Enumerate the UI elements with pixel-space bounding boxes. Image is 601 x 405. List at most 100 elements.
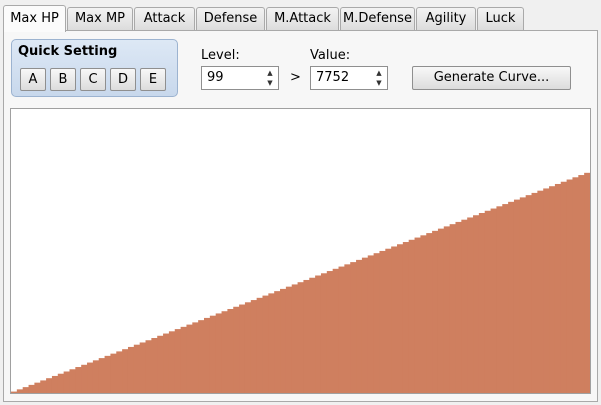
curve-bar bbox=[367, 255, 375, 393]
curve-bar bbox=[75, 367, 82, 393]
tab-m-defense[interactable]: M.Defense bbox=[340, 7, 415, 30]
curve-bar bbox=[186, 324, 193, 393]
curve-graph[interactable] bbox=[10, 108, 591, 394]
curve-bar bbox=[543, 188, 550, 393]
curve-bar bbox=[373, 253, 381, 393]
tab-max-mp[interactable]: Max MP bbox=[67, 7, 133, 30]
curve-bar bbox=[256, 297, 264, 393]
curve-bar bbox=[221, 311, 228, 393]
curve-bar bbox=[122, 349, 129, 393]
curve-bar bbox=[549, 186, 556, 393]
curve-bar bbox=[268, 293, 275, 393]
quick-setting-button-a[interactable]: A bbox=[20, 68, 46, 91]
curve-bar bbox=[63, 371, 71, 393]
curve-bar bbox=[274, 291, 281, 393]
tab-agility[interactable]: Agility bbox=[416, 7, 476, 30]
curve-bar bbox=[192, 322, 199, 393]
curve-bar bbox=[402, 242, 410, 393]
curve-bar bbox=[244, 302, 252, 393]
curve-bar bbox=[215, 313, 223, 393]
curve-bar bbox=[198, 320, 205, 393]
curve-bar bbox=[513, 199, 521, 393]
curve-bar bbox=[163, 333, 170, 393]
curve-bar bbox=[461, 219, 468, 393]
value-value: 7752 bbox=[316, 70, 350, 85]
curve-bar bbox=[356, 259, 363, 393]
curve-bar bbox=[420, 235, 427, 393]
curve-bar bbox=[285, 286, 293, 393]
curve-bar bbox=[566, 179, 574, 393]
curve-bar bbox=[81, 364, 88, 393]
tab-luck[interactable]: Luck bbox=[477, 7, 524, 30]
curve-bar bbox=[560, 181, 568, 393]
value-label: Value: bbox=[310, 48, 351, 63]
value-spin-arrows-icon[interactable]: ▲ ▼ bbox=[374, 68, 384, 88]
value-spinbox[interactable]: 7752 ▲ ▼ bbox=[310, 66, 388, 90]
curve-bar bbox=[34, 382, 41, 393]
curve-bar bbox=[233, 306, 240, 393]
curve-bar bbox=[174, 329, 182, 393]
curve-bar bbox=[315, 275, 322, 393]
curve-bar bbox=[484, 210, 492, 393]
curve-bar bbox=[473, 215, 480, 393]
curve-bar bbox=[490, 208, 498, 393]
quick-setting-button-d[interactable]: D bbox=[110, 68, 136, 91]
curve-bar bbox=[92, 360, 100, 393]
curve-bar bbox=[127, 346, 135, 393]
curve-bar bbox=[584, 172, 590, 393]
quick-setting-group: Quick Setting A B C D E bbox=[11, 39, 178, 97]
curve-bar bbox=[350, 262, 357, 393]
curve-bar bbox=[332, 268, 340, 393]
curve-bar bbox=[531, 192, 538, 393]
curve-bar bbox=[338, 266, 345, 393]
quick-setting-button-b[interactable]: B bbox=[50, 68, 76, 91]
curve-bar bbox=[443, 226, 451, 393]
curve-bar bbox=[437, 228, 445, 393]
level-spin-arrows-icon[interactable]: ▲ ▼ bbox=[265, 68, 275, 88]
tab-max-hp[interactable]: Max HP bbox=[3, 5, 66, 32]
curve-bar bbox=[209, 315, 217, 393]
curve-bar bbox=[116, 351, 123, 393]
curve-bar bbox=[303, 279, 310, 393]
curve-bar bbox=[519, 197, 527, 393]
curve-bar bbox=[572, 177, 579, 393]
curve-bar bbox=[361, 257, 369, 393]
curve-bar bbox=[46, 378, 53, 393]
tab-defense[interactable]: Defense bbox=[196, 7, 265, 30]
curve-bar bbox=[280, 288, 287, 393]
curve-graph-canvas bbox=[11, 172, 590, 393]
curve-bar bbox=[508, 201, 515, 393]
level-value: 99 bbox=[207, 70, 224, 85]
tab-attack[interactable]: Attack bbox=[134, 7, 195, 30]
curve-bar bbox=[426, 233, 433, 393]
quick-setting-title: Quick Setting bbox=[18, 44, 118, 59]
generate-curve-button[interactable]: Generate Curve... bbox=[412, 66, 571, 90]
curve-bar bbox=[28, 384, 35, 393]
curve-bar bbox=[262, 295, 269, 393]
quick-setting-button-c[interactable]: C bbox=[80, 68, 106, 91]
quick-setting-button-e[interactable]: E bbox=[140, 68, 166, 91]
curve-bar bbox=[391, 246, 398, 393]
curve-bar bbox=[344, 264, 351, 393]
curve-bar bbox=[467, 217, 474, 393]
curve-bar bbox=[502, 204, 509, 393]
tab-m-attack[interactable]: M.Attack bbox=[266, 7, 339, 30]
level-spinbox[interactable]: 99 ▲ ▼ bbox=[201, 66, 279, 90]
curve-bar bbox=[414, 237, 421, 393]
curve-bar bbox=[239, 304, 246, 393]
curve-panel: Quick Setting A B C D E Level: 99 ▲ ▼ > V… bbox=[3, 30, 598, 402]
curve-bar bbox=[309, 277, 316, 393]
curve-bar bbox=[168, 331, 176, 393]
curve-bar bbox=[397, 244, 404, 393]
curve-bar bbox=[69, 369, 76, 393]
curve-bar bbox=[57, 373, 65, 393]
curve-bar bbox=[180, 326, 188, 393]
curve-bar bbox=[537, 190, 544, 393]
curve-bar bbox=[250, 300, 258, 393]
curve-bar bbox=[408, 239, 416, 393]
comparator-symbol: > bbox=[290, 70, 301, 85]
curve-bar bbox=[87, 362, 94, 393]
curve-bar bbox=[291, 284, 299, 393]
curve-bar bbox=[326, 271, 334, 393]
level-label: Level: bbox=[201, 48, 240, 63]
